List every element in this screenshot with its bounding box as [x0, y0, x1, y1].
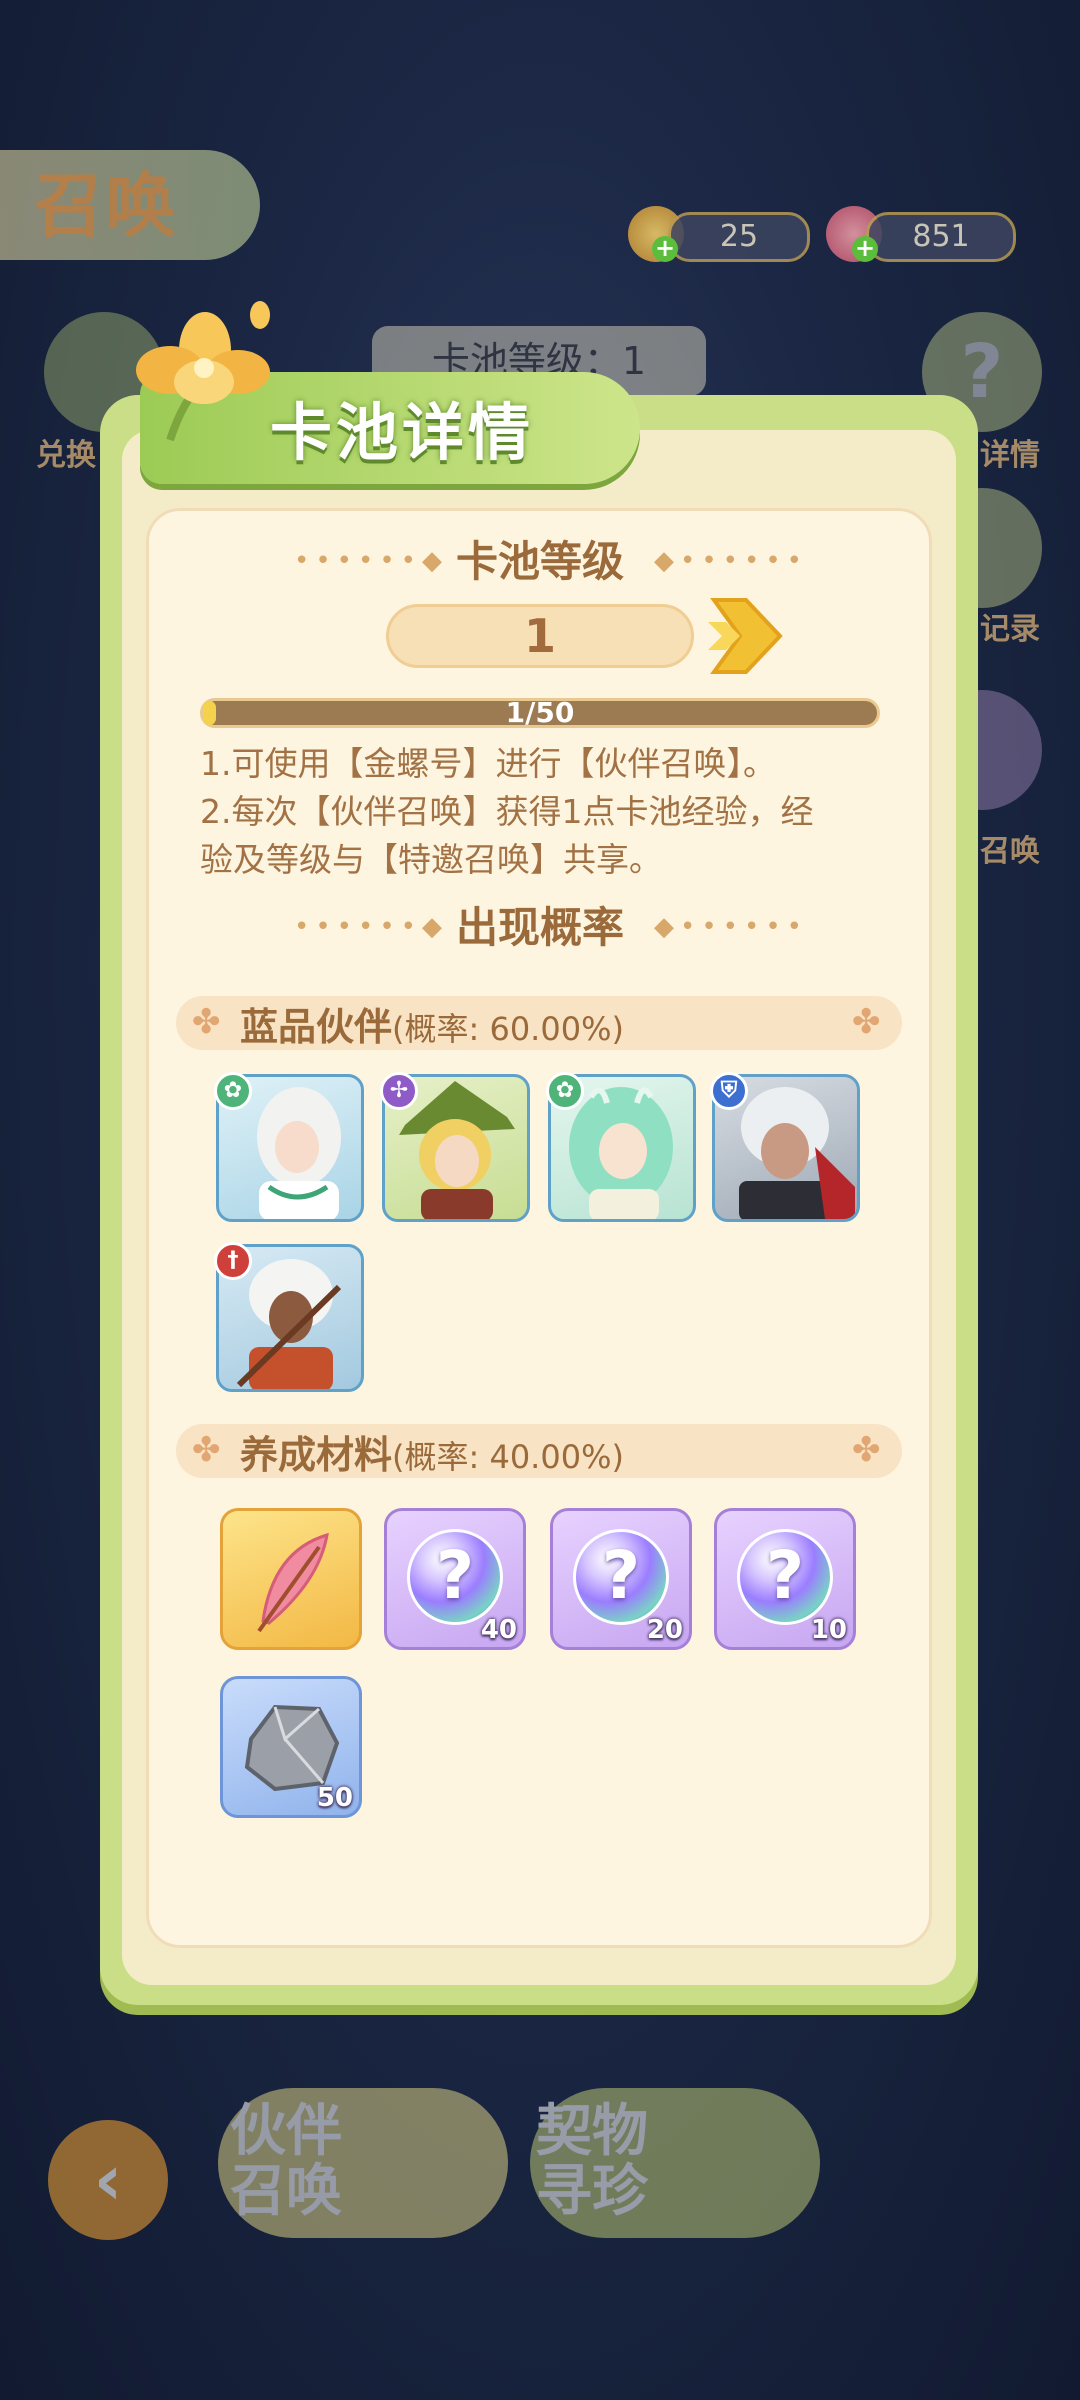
clover-deco-icon: ✤	[852, 1430, 881, 1470]
leaf-icon: ✿	[214, 1072, 252, 1110]
rate-divider-right: ◆••••••	[654, 912, 809, 942]
clover-deco-icon: ✤	[852, 1002, 881, 1042]
mystery-orb-icon: ?	[737, 1529, 833, 1625]
page-title: 召唤	[34, 165, 178, 247]
desc-line-2: 2.每次【伙伴召唤】获得1点卡池经验，经	[200, 792, 814, 831]
add-gem-icon[interactable]: +	[852, 236, 878, 262]
item-card[interactable]: ? 40	[384, 1508, 526, 1650]
flower-icon	[136, 301, 270, 442]
clover-deco-icon: ✤	[192, 1002, 221, 1042]
modal-title: 卡池详情	[270, 396, 535, 469]
section-divider-right: ◆••••••	[654, 546, 809, 576]
tab-artifact-seek[interactable]: 契物寻珍	[530, 2088, 820, 2238]
chevron-left-icon: ‹	[93, 2139, 123, 2221]
sword-icon: †	[214, 1242, 252, 1280]
rate-divider-left: ••••••◆	[294, 912, 449, 942]
gold-conch-counter[interactable]: 25	[668, 212, 810, 262]
category-label-materials: 养成材料(概率: 40.00%)	[240, 1433, 624, 1477]
exchange-label: 兑换	[36, 438, 96, 473]
category-label-partners: 蓝品伙伴(概率: 60.00%)	[240, 1005, 624, 1049]
item-card[interactable]	[220, 1508, 362, 1650]
desc-line-3: 验及等级与【特邀召唤】共享。	[200, 840, 662, 879]
back-button[interactable]: ‹	[48, 2120, 168, 2240]
feather-icon	[257, 1532, 329, 1633]
shield-icon: ⛨	[710, 1072, 748, 1110]
item-card[interactable]: 50	[220, 1676, 362, 1818]
item-count: 40	[480, 1615, 517, 1645]
next-level-arrow-icon[interactable]	[706, 594, 786, 678]
summon-side-label: 召唤	[980, 834, 1040, 869]
clover-deco-icon: ✤	[192, 1430, 221, 1470]
mystery-orb-icon: ?	[407, 1529, 503, 1625]
level-section-title: 卡池等级	[455, 537, 624, 586]
leaf-icon: ✿	[546, 1072, 584, 1110]
crosshair-icon: ✢	[380, 1072, 418, 1110]
item-card[interactable]: ? 20	[550, 1508, 692, 1650]
item-count: 50	[316, 1783, 353, 1813]
rate-section-title: 出现概率	[455, 903, 624, 952]
pool-level-value: 1	[523, 609, 556, 663]
mystery-orb-icon: ?	[573, 1529, 669, 1625]
section-divider-left: ••••••◆	[294, 546, 449, 576]
exp-progress-text: 1/50	[505, 696, 575, 729]
gem-counter[interactable]: 851	[866, 212, 1016, 262]
item-count: 20	[646, 1615, 683, 1645]
add-gold-conch-icon[interactable]: +	[652, 236, 678, 262]
item-count: 10	[810, 1615, 847, 1645]
item-card[interactable]: ? 10	[714, 1508, 856, 1650]
tab-partner-summon[interactable]: 伙伴召唤	[218, 2088, 508, 2238]
details-label: 详情	[980, 438, 1040, 473]
records-label: 记录	[980, 612, 1040, 647]
desc-line-1: 1.可使用【金螺号】进行【伙伴召唤】。	[200, 744, 776, 783]
